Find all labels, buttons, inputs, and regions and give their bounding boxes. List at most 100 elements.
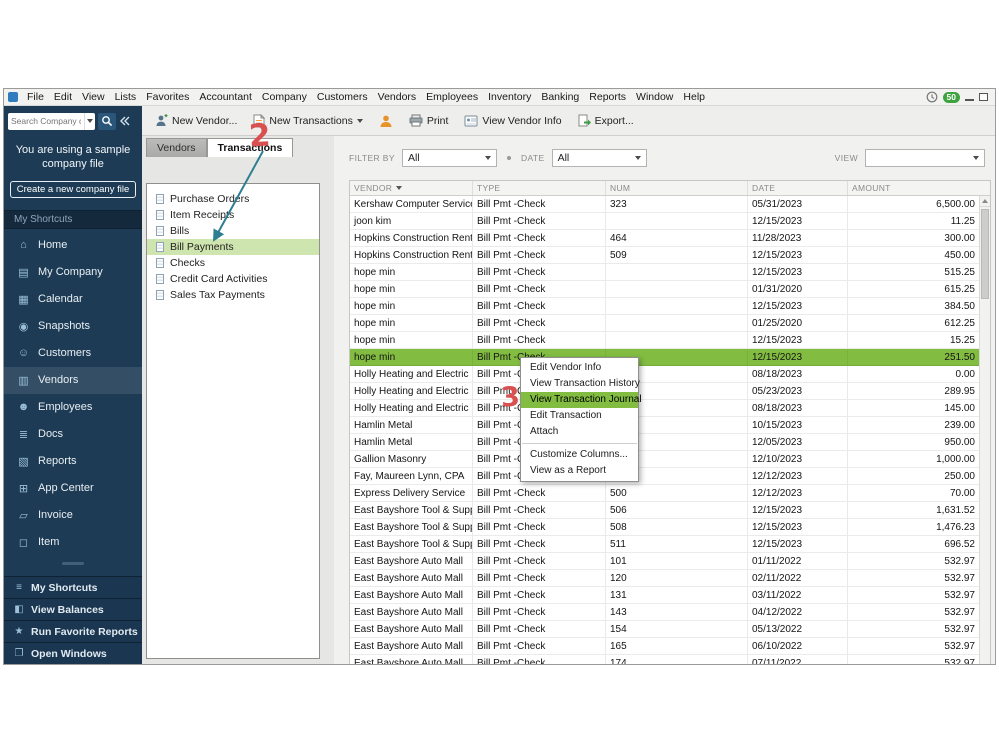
transaction-type-item-receipts[interactable]: Item Receipts: [147, 207, 319, 223]
table-row[interactable]: Hopkins Construction RentalsBill Pmt -Ch…: [350, 230, 979, 247]
column-header-amount[interactable]: AMOUNT: [847, 181, 990, 195]
sidebar-item-snapshots[interactable]: ◉ Snapshots: [4, 313, 142, 340]
tab-vendors[interactable]: Vendors: [146, 138, 207, 157]
table-row[interactable]: East Bayshore Tool & Supply Bill Pmt -Che…: [350, 502, 979, 519]
context-menu-item-customize-columns[interactable]: Customize Columns...: [521, 447, 638, 463]
sidebar-item-home[interactable]: ⌂ Home: [4, 232, 142, 259]
table-row[interactable]: Holly Heating and Electric Bill Pmt -Chec…: [350, 400, 979, 417]
column-header-vendor[interactable]: VENDOR: [350, 181, 472, 195]
table-row[interactable]: Fay, Maureen Lynn, CPA Bill Pmt -Check 12/…: [350, 468, 979, 485]
menu-company[interactable]: Company: [257, 91, 312, 103]
section-run-favorite-reports[interactable]: ★ Run Favorite Reports: [4, 620, 142, 642]
table-row[interactable]: hope min Bill Pmt -Check 12/15/2023 515.25: [350, 264, 979, 281]
context-menu-item-attach[interactable]: Attach: [521, 424, 638, 440]
menu-accountant[interactable]: Accountant: [194, 91, 257, 103]
table-row[interactable]: Holly Heating and Electric Bill Pmt -Chec…: [350, 383, 979, 400]
transaction-type-bill-payments[interactable]: Bill Payments: [147, 239, 319, 255]
table-row[interactable]: Hamlin Metal Bill Pmt -Check 12/05/2023 950…: [350, 434, 979, 451]
table-row[interactable]: East Bayshore Auto Mall Bill Pmt -Check 16…: [350, 638, 979, 655]
sidebar-item-item[interactable]: ◻ Item: [4, 529, 142, 556]
date-select[interactable]: All: [551, 149, 647, 167]
search-button[interactable]: [98, 112, 116, 130]
table-row[interactable]: Hopkins Construction RentalsBill Pmt -Ch…: [350, 247, 979, 264]
menu-view[interactable]: View: [77, 91, 110, 103]
section-view-balances[interactable]: ◧ View Balances: [4, 598, 142, 620]
search-dropdown-icon[interactable]: [84, 112, 95, 130]
print-button[interactable]: Print: [402, 111, 456, 130]
column-header-date[interactable]: DATE: [747, 181, 847, 195]
menu-customers[interactable]: Customers: [312, 91, 373, 103]
menu-help[interactable]: Help: [678, 91, 710, 103]
sidebar-item-reports[interactable]: ▧ Reports: [4, 448, 142, 475]
table-row[interactable]: East Bayshore Auto Mall Bill Pmt -Check 15…: [350, 621, 979, 638]
transaction-type-bills[interactable]: Bills: [147, 223, 319, 239]
transaction-type-purchase-orders[interactable]: Purchase Orders: [147, 191, 319, 207]
table-row[interactable]: Gallion Masonry Bill Pmt -Check 12/10/2023…: [350, 451, 979, 468]
context-menu-item-view-transaction-history[interactable]: View Transaction History: [521, 376, 640, 392]
sidebar-item-docs[interactable]: ≣ Docs: [4, 421, 142, 448]
sidebar-item-customers[interactable]: ☺ Customers: [4, 340, 142, 367]
menu-window[interactable]: Window: [631, 91, 678, 103]
table-row[interactable]: East Bayshore Auto Mall Bill Pmt -Check 12…: [350, 570, 979, 587]
table-row[interactable]: hope min Bill Pmt -Check 01/31/2020 615.25: [350, 281, 979, 298]
table-row[interactable]: East Bayshore Tool & Supply Bill Pmt -Che…: [350, 536, 979, 553]
scrollbar-thumb[interactable]: [981, 209, 989, 299]
sidebar-item-my-company[interactable]: ▤ My Company: [4, 259, 142, 286]
transaction-type-credit-card-activities[interactable]: Credit Card Activities: [147, 271, 319, 287]
collapse-sidebar-button[interactable]: [120, 116, 130, 126]
sidebar-item-employees[interactable]: ☻ Employees: [4, 394, 142, 421]
scroll-up-button[interactable]: [980, 196, 990, 207]
menu-lists[interactable]: Lists: [110, 91, 142, 103]
table-row[interactable]: hope min Bill Pmt -Check 12/15/2023 384.50: [350, 298, 979, 315]
transaction-type-checks[interactable]: Checks: [147, 255, 319, 271]
table-row[interactable]: hope min Bill Pmt -Check 01/25/2020 612.25: [350, 315, 979, 332]
view-select[interactable]: [865, 149, 985, 167]
section-open-windows[interactable]: ❐ Open Windows: [4, 642, 142, 664]
menu-file[interactable]: File: [22, 91, 49, 103]
table-row[interactable]: Holly Heating and Electric Bill Pmt -Chec…: [350, 366, 979, 383]
table-row[interactable]: East Bayshore Auto Mall Bill Pmt -Check 14…: [350, 604, 979, 621]
menu-vendors[interactable]: Vendors: [373, 91, 422, 103]
menu-reports[interactable]: Reports: [584, 91, 631, 103]
restore-button[interactable]: [979, 93, 988, 101]
filter-by-select[interactable]: All: [401, 149, 497, 167]
menu-banking[interactable]: Banking: [536, 91, 584, 103]
sidebar-item-invoice[interactable]: ▱ Invoice: [4, 502, 142, 529]
sidebar-item-app-center[interactable]: ⊞ App Center: [4, 475, 142, 502]
sidebar-item-calendar[interactable]: ▦ Calendar: [4, 286, 142, 313]
menu-edit[interactable]: Edit: [49, 91, 77, 103]
table-row[interactable]: joon kim Bill Pmt -Check 12/15/2023 11.25: [350, 213, 979, 230]
table-row[interactable]: East Bayshore Auto Mall Bill Pmt -Check 17…: [350, 655, 979, 664]
table-body: Kershaw Computer Services Bill Pmt -Check…: [350, 196, 990, 664]
menu-employees[interactable]: Employees: [421, 91, 483, 103]
table-row[interactable]: East Bayshore Tool & Supply Bill Pmt -Che…: [350, 519, 979, 536]
table-row[interactable]: Kershaw Computer Services Bill Pmt -Check…: [350, 196, 979, 213]
table-row[interactable]: hope min Bill Pmt -Check 12/15/2023 251.50: [350, 349, 979, 366]
table-row[interactable]: Express Delivery Service Bill Pmt -Check 5…: [350, 485, 979, 502]
table-row[interactable]: Hamlin Metal Bill Pmt -Check 10/15/2023 239…: [350, 417, 979, 434]
context-menu-item-view-as-a-report[interactable]: View as a Report: [521, 463, 638, 479]
column-header-type[interactable]: TYPE: [472, 181, 605, 195]
menu-favorites[interactable]: Favorites: [141, 91, 194, 103]
section-my-shortcuts[interactable]: ≡ My Shortcuts: [4, 576, 142, 598]
vertical-scrollbar[interactable]: [979, 196, 990, 664]
minimize-button[interactable]: [965, 99, 974, 101]
reminders-icon[interactable]: [926, 91, 938, 103]
notification-badge[interactable]: 50: [942, 91, 960, 103]
table-row[interactable]: East Bayshore Auto Mall Bill Pmt -Check 10…: [350, 553, 979, 570]
view-vendor-info-button[interactable]: View Vendor Info: [457, 112, 568, 130]
menu-inventory[interactable]: Inventory: [483, 91, 536, 103]
table-row[interactable]: hope min Bill Pmt -Check 12/15/2023 15.25: [350, 332, 979, 349]
transaction-type-sales-tax-payments[interactable]: Sales Tax Payments: [147, 287, 319, 303]
attached-person-button[interactable]: [372, 111, 400, 131]
table-row[interactable]: East Bayshore Auto Mall Bill Pmt -Check 13…: [350, 587, 979, 604]
context-menu-item-edit-transaction[interactable]: Edit Transaction: [521, 408, 638, 424]
search-input[interactable]: [8, 113, 84, 129]
context-menu-item-edit-vendor-info[interactable]: Edit Vendor Info: [521, 360, 638, 376]
export-button[interactable]: Export...: [571, 111, 641, 130]
context-menu-item-view-transaction-journal[interactable]: View Transaction Journal: [521, 392, 642, 408]
new-vendor-button[interactable]: New Vendor...: [148, 111, 244, 130]
sidebar-item-vendors[interactable]: ▥ Vendors: [4, 366, 142, 394]
create-company-file-button[interactable]: Create a new company file: [9, 180, 137, 198]
column-header-num[interactable]: NUM: [605, 181, 747, 195]
